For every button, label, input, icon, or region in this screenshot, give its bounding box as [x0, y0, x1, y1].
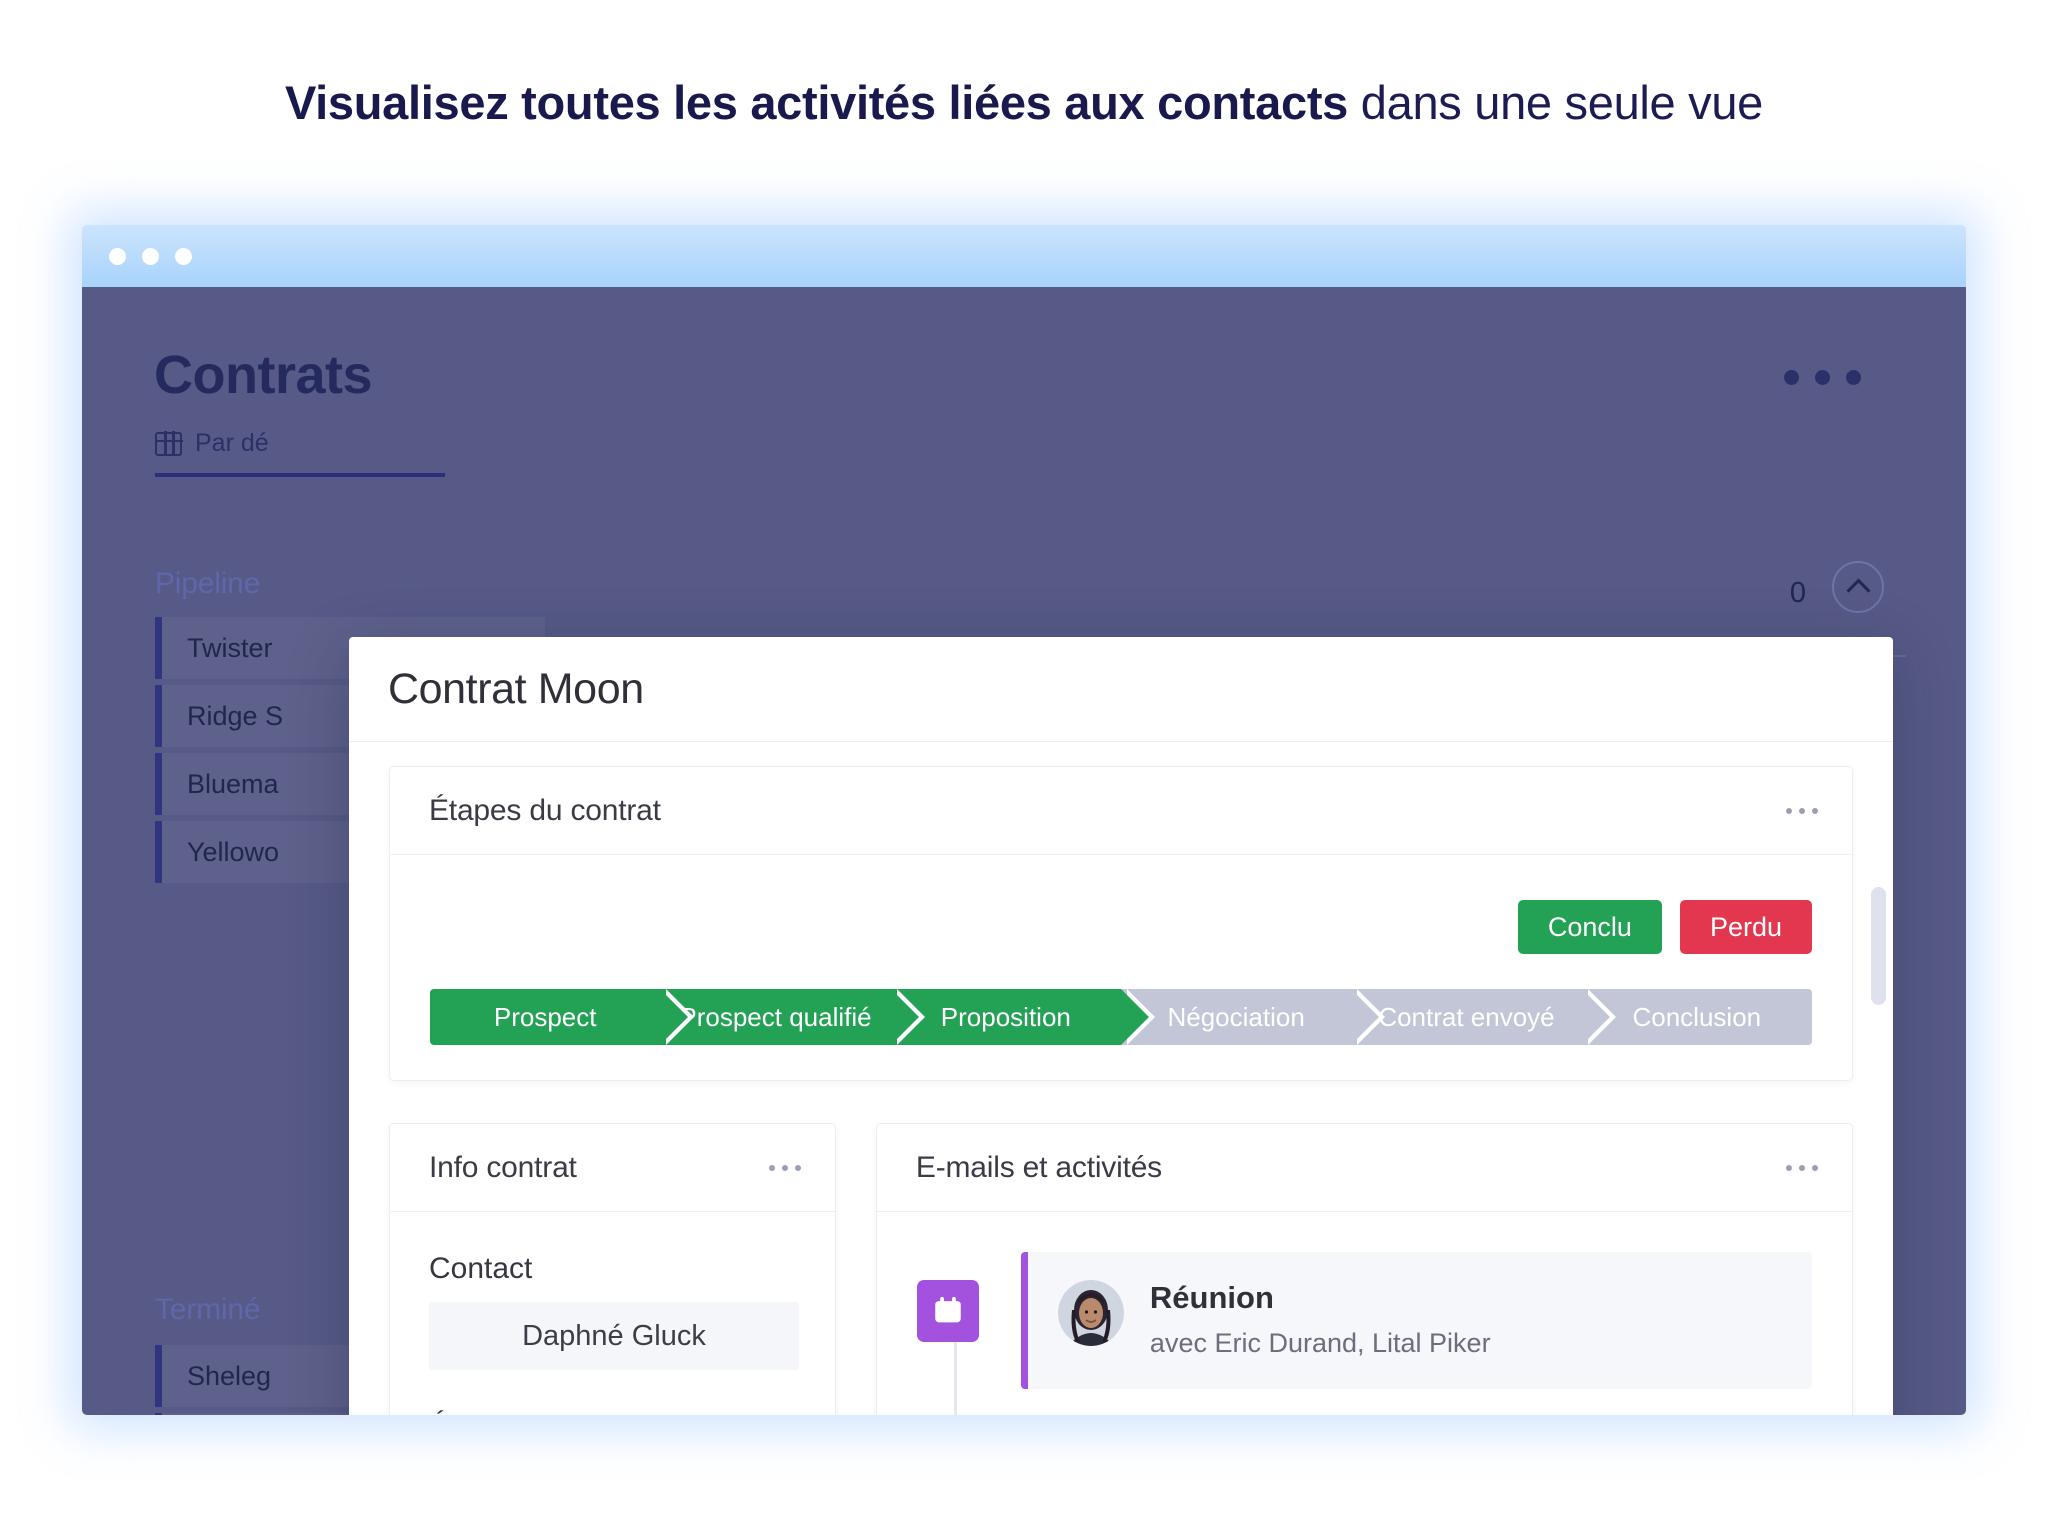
stage-label: Prospect qualifié	[679, 1001, 872, 1032]
window-controls	[109, 248, 192, 265]
close-dot-icon[interactable]	[109, 248, 126, 265]
row-color-bar	[155, 1345, 162, 1407]
stage-negociation[interactable]: Négociation	[1120, 989, 1386, 1045]
stage-prospect-qualifie[interactable]: Prospect qualifié	[660, 989, 925, 1045]
avatar	[1057, 1280, 1124, 1346]
modal-lower-row: Info contrat Contact Daphné Gluck Étape …	[389, 1123, 1853, 1415]
mark-won-button[interactable]: Conclu	[1517, 900, 1662, 954]
stage-prospect[interactable]: Prospect	[430, 989, 695, 1045]
row-label: Ridge S	[187, 700, 284, 731]
minimize-dot-icon[interactable]	[142, 248, 159, 265]
contract-stages-card: Étapes du contrat Conclu Perdu Prospect	[389, 766, 1853, 1081]
background-view-tab[interactable]: Par dé	[154, 429, 269, 458]
more-dot-icon	[1815, 370, 1830, 385]
stage-arrow	[660, 989, 689, 1045]
activities-card-title: E-mails et activités	[915, 1150, 1162, 1184]
activity-item-meeting[interactable]: Réunion avec Eric Durand, Lital Piker	[916, 1252, 1812, 1389]
row-color-bar	[155, 821, 162, 883]
stage-label: Négociation	[1167, 1001, 1305, 1032]
stage-label: Prospect	[493, 1001, 597, 1032]
stage-contrat-envoye[interactable]: Contrat envoyé	[1351, 989, 1616, 1045]
browser-viewport: Contrats Par dé Pipeline Twister Ridge S	[82, 287, 1966, 1415]
info-card-title: Info contrat	[429, 1150, 577, 1184]
modal-body: Étapes du contrat Conclu Perdu Prospect	[349, 742, 1893, 1415]
background-more-menu[interactable]	[1784, 370, 1861, 385]
activity-text-meeting: Réunion avec Eric Durand, Lital Piker	[1150, 1280, 1491, 1359]
row-label: Bluema	[187, 768, 279, 799]
field-value-contact[interactable]: Daphné Gluck	[429, 1302, 799, 1370]
activity-participants: avec Eric Durand, Lital Piker	[1149, 1328, 1491, 1358]
background-view-tab-underline	[155, 473, 445, 477]
info-card-more-icon[interactable]	[768, 1164, 801, 1171]
info-card-header: Info contrat	[390, 1124, 835, 1212]
background-group-total: 0	[1789, 577, 1806, 609]
stages-card-title: Étapes du contrat	[429, 793, 661, 827]
modal-scrollbar-thumb[interactable]	[1871, 887, 1886, 1005]
stage-pipeline: Prospect Prospect qualifié Proposition N…	[430, 989, 1812, 1045]
mark-lost-button[interactable]: Perdu	[1679, 900, 1812, 954]
activities-card-more-icon[interactable]	[1786, 1164, 1818, 1171]
emails-activities-card: E-mails et activités Réunion avec Eric D…	[875, 1123, 1853, 1415]
activity-type-label: Réunion	[1149, 1280, 1274, 1315]
stage-arrow	[1581, 989, 1610, 1045]
table-grid-icon	[154, 431, 183, 456]
row-color-bar	[155, 617, 162, 679]
stages-card-header: Étapes du contrat	[390, 767, 1852, 855]
info-card-fields: Contact Daphné Gluck Étape Proposition A…	[390, 1252, 835, 1415]
background-view-tab-label: Par dé	[195, 429, 269, 457]
row-label: Twister	[187, 632, 273, 663]
background-group-label-termine: Terminé	[155, 1293, 261, 1326]
background-group-label-pipeline: Pipeline	[155, 567, 261, 600]
chevron-up-icon	[1845, 577, 1871, 603]
stage-arrow	[1351, 989, 1380, 1045]
stage-label: Proposition	[940, 1001, 1071, 1032]
maximize-dot-icon[interactable]	[175, 248, 192, 265]
collapse-chevron-up-button[interactable]	[1832, 561, 1884, 613]
background-page-title: Contrats	[154, 345, 373, 405]
more-dot-icon	[1784, 370, 1799, 385]
row-color-bar	[155, 685, 162, 747]
row-color-bar	[155, 1413, 162, 1415]
stages-card-more-icon[interactable]	[1786, 807, 1818, 814]
row-label: Yellowo	[187, 836, 280, 867]
activity-body-meeting: Réunion avec Eric Durand, Lital Piker	[1020, 1252, 1812, 1389]
stage-label: Contrat envoyé	[1378, 1001, 1555, 1032]
row-label: Sheleg	[187, 1360, 272, 1391]
stage-action-buttons: Conclu Perdu	[390, 855, 1852, 954]
stage-arrow	[1120, 989, 1149, 1045]
browser-titlebar	[82, 225, 1966, 287]
modal-header: Contrat Moon	[349, 637, 1893, 742]
stage-arrow	[890, 989, 919, 1045]
row-color-bar	[155, 753, 162, 815]
stage-proposition[interactable]: Proposition	[890, 989, 1155, 1045]
page-headline: Visualisez toutes les activités liées au…	[0, 74, 2048, 133]
stage-label: Conclusion	[1632, 1001, 1762, 1032]
activities-card-header: E-mails et activités	[876, 1124, 1852, 1212]
contract-detail-modal: Contrat Moon Étapes du contrat Conclu Pe…	[349, 637, 1893, 1415]
activity-timeline: Réunion avec Eric Durand, Lital Piker	[877, 1212, 1852, 1415]
headline-bold: Visualisez toutes les activités liées au…	[284, 76, 1349, 129]
headline-light: dans une seule vue	[1348, 76, 1764, 129]
modal-title: Contrat Moon	[388, 664, 644, 713]
stage-conclusion[interactable]: Conclusion	[1581, 989, 1812, 1045]
contract-info-card: Info contrat Contact Daphné Gluck Étape …	[389, 1123, 836, 1415]
browser-window: Contrats Par dé Pipeline Twister Ridge S	[82, 225, 1966, 1415]
more-dot-icon	[1846, 370, 1861, 385]
field-label-contact: Contact	[429, 1252, 533, 1285]
field-label-etape: Étape	[429, 1410, 799, 1415]
calendar-icon	[916, 1280, 979, 1342]
